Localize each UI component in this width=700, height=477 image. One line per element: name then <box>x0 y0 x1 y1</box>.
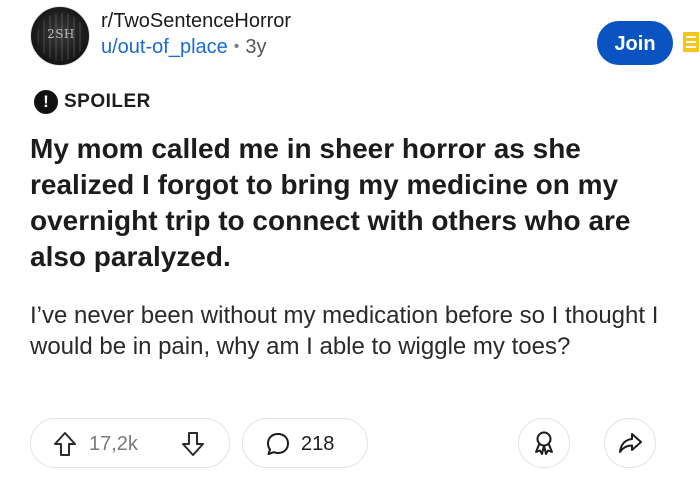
award-button[interactable] <box>518 418 570 468</box>
post-meta: r/TwoSentenceHorror u/out-of_place • 3y <box>101 8 291 60</box>
comments-button[interactable]: 218 <box>242 418 368 468</box>
arrow-down-icon[interactable] <box>181 431 205 457</box>
post-age: 3y <box>245 36 267 58</box>
upvote-count: 17,2k <box>89 433 138 455</box>
comment-count: 218 <box>301 433 335 455</box>
spoiler-tag: ! SPOILER <box>34 89 151 115</box>
spoiler-label: SPOILER <box>64 91 151 112</box>
arrow-up-icon[interactable] <box>53 431 77 457</box>
subreddit-name[interactable]: r/TwoSentenceHorror <box>101 8 291 34</box>
post-header: 2SH r/TwoSentenceHorror u/out-of_place • 3… <box>30 6 699 74</box>
author-link[interactable]: u/out-of_place <box>101 36 228 58</box>
vote-control: 17,2k <box>30 418 230 468</box>
subreddit-avatar[interactable]: 2SH <box>30 6 90 66</box>
author-line: u/out-of_place • 3y <box>101 34 291 60</box>
post-body: I’ve never been without my medication be… <box>30 302 659 360</box>
avatar-text: 2SH <box>47 27 75 41</box>
award-ribbon-icon <box>535 431 553 455</box>
join-button[interactable]: Join <box>597 21 673 65</box>
speech-bubble-icon <box>267 433 289 455</box>
share-arrow-icon <box>619 433 642 453</box>
share-button[interactable] <box>604 418 656 468</box>
exclamation-icon: ! <box>34 90 58 114</box>
archive-box-icon[interactable] <box>683 32 699 52</box>
meta-separator: • <box>233 38 240 55</box>
post-title[interactable]: My mom called me in sheer horror as she … <box>30 131 680 275</box>
action-bar: 17,2k 218 <box>0 418 700 470</box>
